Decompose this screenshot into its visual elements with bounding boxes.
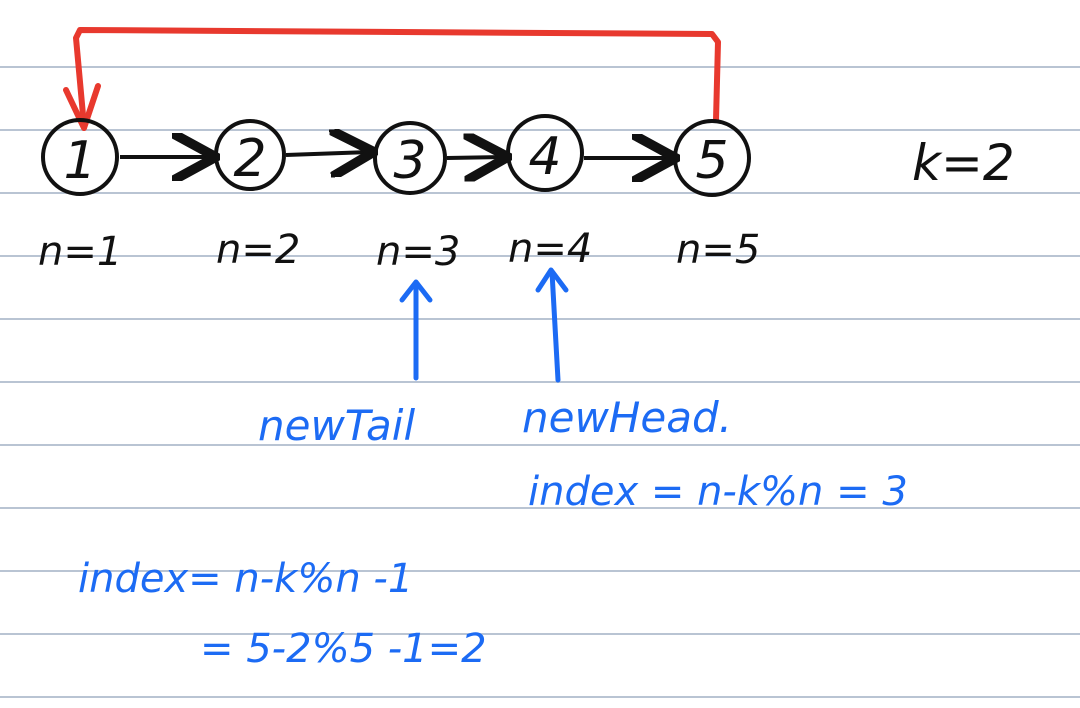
index-formula-head: index = n-k%n = 3 — [528, 469, 908, 515]
new-head-label: newHead. — [522, 393, 732, 442]
node-5-label: n=5 — [676, 227, 760, 273]
node-5-value: 5 — [695, 131, 728, 191]
new-head-arrow — [549, 269, 561, 383]
node-1-label: n=1 — [38, 229, 122, 275]
linked-list-diagram: 1 2 3 4 5 n=1 n=2 n=3 n=4 n=5 k=2 newTai… — [38, 27, 1015, 672]
node-3-label: n=3 — [376, 229, 460, 275]
node-2-value: 2 — [233, 129, 266, 189]
index-calc: = 5-2%5 -1=2 — [200, 626, 487, 672]
wrap-arrow — [73, 27, 721, 129]
k-label: k=2 — [912, 134, 1015, 192]
note-canvas: 1 2 3 4 5 n=1 n=2 n=3 n=4 n=5 k=2 newTai… — [0, 0, 1080, 708]
index-formula-tail: index= n-k%n -1 — [78, 556, 413, 602]
new-tail-label: newTail — [258, 401, 415, 450]
node-3-value: 3 — [393, 131, 426, 191]
node-4-value: 4 — [528, 127, 561, 187]
next-arrow-2-3 — [285, 152, 370, 155]
next-arrow-3-4 — [446, 157, 504, 158]
node-4-label: n=4 — [508, 226, 592, 272]
node-1-value: 1 — [63, 131, 96, 191]
node-2-label: n=2 — [216, 227, 300, 273]
